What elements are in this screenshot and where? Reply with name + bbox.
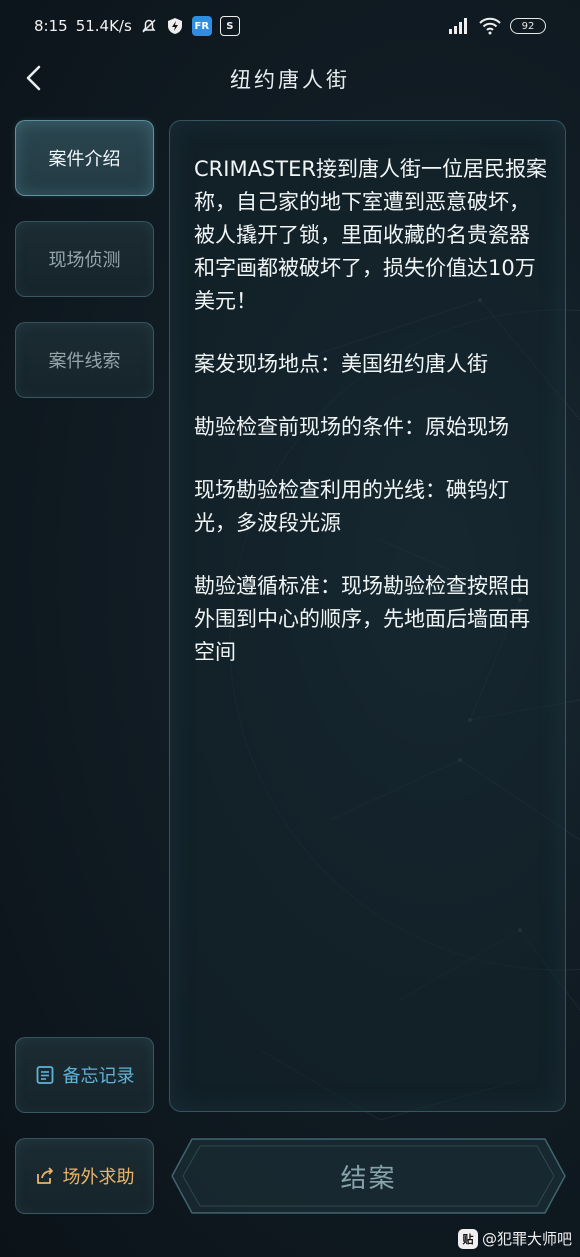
notes-icon [36, 1066, 53, 1084]
tab-label: 案件线索 [48, 351, 121, 372]
share-icon [36, 1167, 53, 1184]
memo-label: 备忘记录 [62, 1066, 135, 1087]
tab-case-clues[interactable]: 案件线索 [15, 322, 154, 398]
status-bar: 8:15 51.4K/s FR S 92 [0, 0, 580, 52]
battery-icon: 92 [510, 18, 546, 34]
outside-help-button[interactable]: 场外求助 [15, 1138, 154, 1214]
wifi-icon [478, 17, 502, 35]
tab-scene-detection[interactable]: 现场侦测 [15, 221, 154, 297]
tab-label: 现场侦测 [48, 250, 121, 271]
clock: 8:15 [34, 17, 68, 35]
app-badge-s-icon: S [219, 16, 240, 36]
watermark-text: @犯罪大师吧 [481, 1230, 572, 1248]
title-bar: 纽约唐人街 [0, 52, 580, 104]
case-description-panel: CRIMASTER接到唐人街一位居民报案称，自己家的地下室遭到恶意破坏，被人撬开… [169, 120, 566, 1112]
outside-help-label: 场外求助 [62, 1167, 135, 1188]
close-case-button[interactable]: 结案 [170, 1137, 567, 1215]
case-paragraph: CRIMASTER接到唐人街一位居民报案称，自己家的地下室遭到恶意破坏，被人撬开… [194, 157, 547, 313]
memo-button[interactable]: 备忘记录 [15, 1037, 154, 1113]
bell-muted-icon [140, 17, 158, 35]
tieba-logo-icon: 贴 [457, 1228, 478, 1249]
tab-case-intro[interactable]: 案件介绍 [15, 120, 154, 196]
close-case-label: 结案 [340, 1163, 397, 1194]
app-badge-fr-icon: FR [191, 16, 212, 36]
network-speed: 51.4K/s [75, 17, 132, 35]
signal-icon [448, 18, 470, 34]
shield-bolt-icon [166, 17, 184, 35]
case-paragraph: 勘验遵循标准：现场勘验检查按照由外围到中心的顺序，先地面后墙面再空间 [194, 574, 530, 664]
case-paragraph: 勘验检查前现场的条件：原始现场 [194, 415, 509, 439]
watermark: 贴 @犯罪大师吧 [457, 1228, 572, 1249]
page-title: 纽约唐人街 [230, 68, 350, 92]
case-paragraph: 案发现场地点：美国纽约唐人街 [194, 352, 488, 376]
case-paragraph: 现场勘验检查利用的光线：碘钨灯光，多波段光源 [194, 478, 509, 535]
tab-label: 案件介绍 [48, 149, 121, 170]
